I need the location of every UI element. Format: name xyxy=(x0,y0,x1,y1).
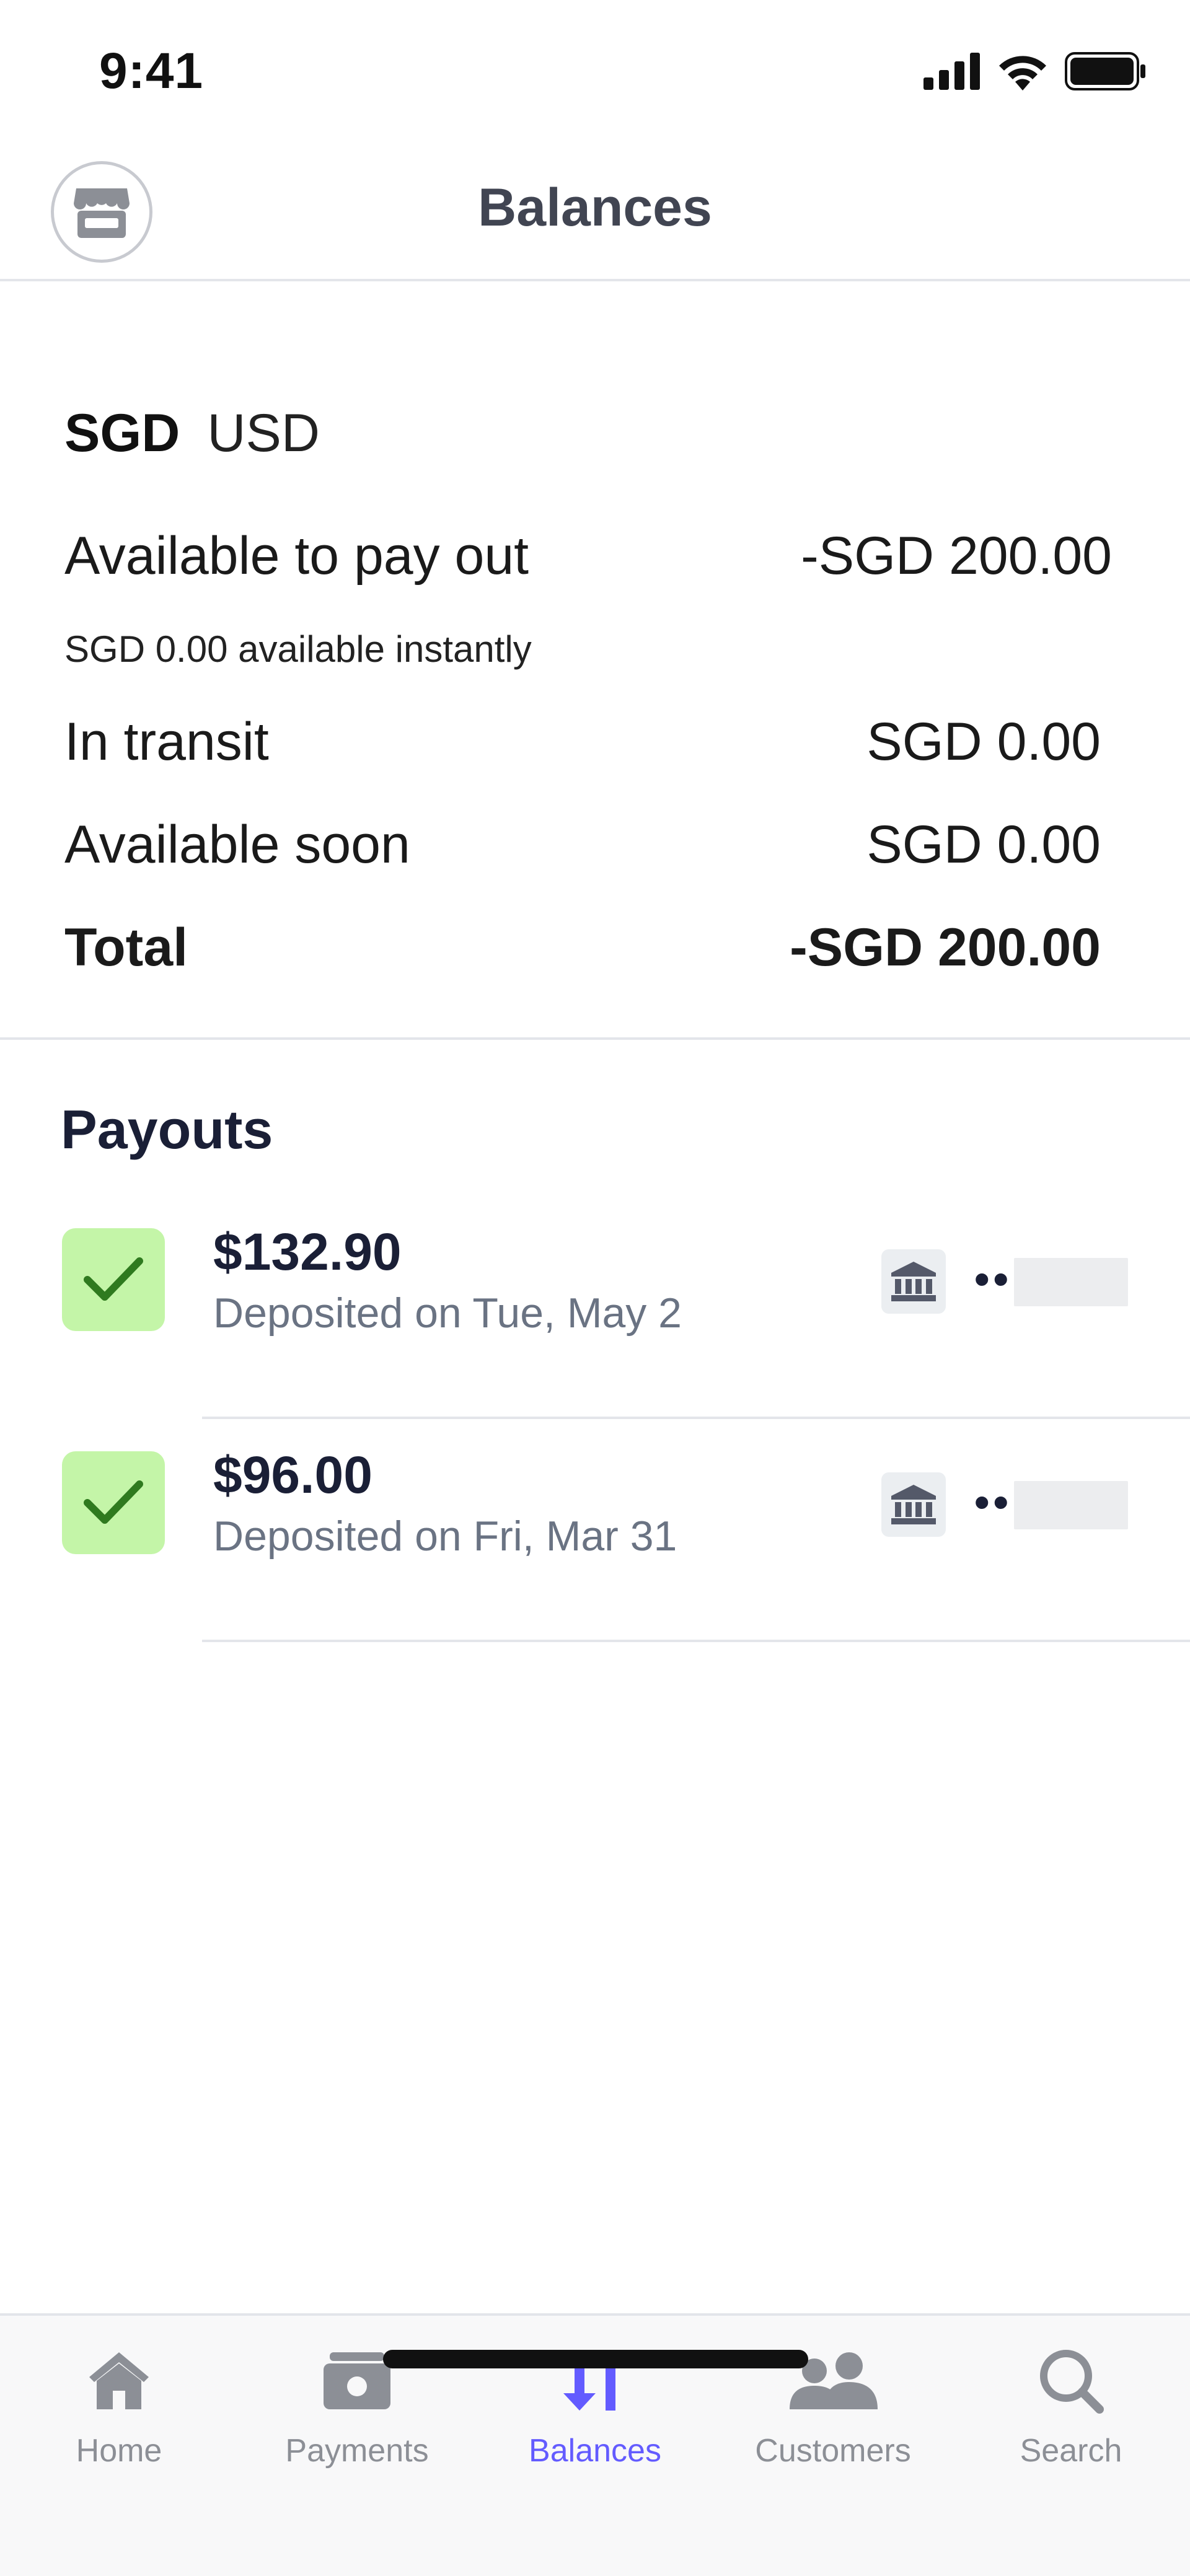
currency-tab-usd[interactable]: USD xyxy=(207,403,320,464)
in-transit-value: SGD 0.00 xyxy=(866,712,1101,771)
check-icon xyxy=(62,1451,165,1554)
bank-icon xyxy=(881,1249,946,1314)
in-transit-label: In transit xyxy=(64,712,269,771)
account-number-prefix: •• xyxy=(974,1478,1013,1526)
currency-tab-sgd[interactable]: SGD xyxy=(64,403,180,464)
wifi-icon xyxy=(999,56,1046,90)
tab-label: Balances xyxy=(529,2433,661,2469)
bank-icon xyxy=(881,1472,946,1537)
available-to-pay-out-row: Available to pay out -SGD 200.00 xyxy=(64,525,1112,587)
tab-label: Search xyxy=(1020,2433,1122,2469)
available-label: Available to pay out xyxy=(64,526,529,586)
available-value: -SGD 200.00 xyxy=(801,526,1112,586)
check-icon xyxy=(62,1228,165,1331)
status-icons xyxy=(923,52,1147,90)
available-soon-value: SGD 0.00 xyxy=(866,815,1101,874)
tab-label: Customers xyxy=(755,2433,911,2469)
search-icon xyxy=(1038,2341,1104,2421)
battery-icon xyxy=(1065,52,1145,90)
tab-search[interactable]: Search xyxy=(952,2341,1190,2469)
status-bar: 9:41 xyxy=(0,0,1190,143)
account-number-redacted xyxy=(1014,1481,1128,1529)
instant-availability-note: SGD 0.00 available instantly xyxy=(64,628,532,670)
payout-date: Deposited on Fri, Mar 31 xyxy=(213,1513,677,1560)
account-number-prefix: •• xyxy=(974,1255,1013,1303)
account-number-redacted xyxy=(1014,1258,1128,1306)
payout-list-item[interactable]: $132.90 Deposited on Tue, May 2 •• xyxy=(0,1196,1190,1419)
row-divider xyxy=(202,1640,1190,1642)
page-title: Balances xyxy=(478,178,712,237)
available-soon-label: Available soon xyxy=(64,815,410,874)
status-time: 9:41 xyxy=(99,43,204,99)
available-soon-row: Available soon SGD 0.00 xyxy=(64,814,1101,876)
total-label: Total xyxy=(64,918,188,977)
tab-label: Home xyxy=(76,2433,162,2469)
signal-icon xyxy=(923,53,980,90)
home-indicator xyxy=(383,2350,808,2368)
section-divider xyxy=(0,1037,1190,1040)
tab-home[interactable]: Home xyxy=(0,2341,238,2469)
payout-date: Deposited on Tue, May 2 xyxy=(213,1290,682,1337)
total-value: -SGD 200.00 xyxy=(790,918,1101,977)
payout-amount: $132.90 xyxy=(213,1223,402,1281)
total-row: Total -SGD 200.00 xyxy=(64,917,1101,978)
tab-label: Payments xyxy=(285,2433,429,2469)
home-icon xyxy=(87,2341,151,2421)
in-transit-row: In transit SGD 0.00 xyxy=(64,711,1101,773)
payout-amount: $96.00 xyxy=(213,1446,372,1504)
header: Balances xyxy=(0,143,1190,281)
payouts-heading: Payouts xyxy=(61,1099,273,1160)
payments-icon xyxy=(324,2341,390,2421)
payout-list-item[interactable]: $96.00 Deposited on Fri, Mar 31 •• xyxy=(0,1419,1190,1642)
currency-tabs: SGD USD xyxy=(64,403,320,464)
